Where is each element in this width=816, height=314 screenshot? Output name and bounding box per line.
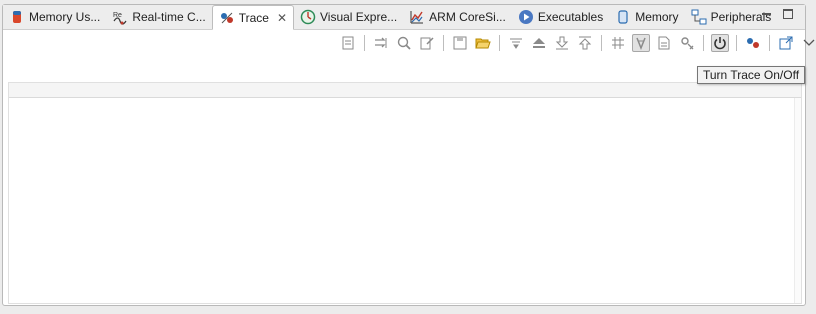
trace-config-icon[interactable]: [744, 34, 762, 52]
trace-view: Memory Us... Re Real-time C... Trace ✕ V…: [2, 4, 815, 306]
trace-table-header: [9, 83, 801, 98]
toolbar-separator: [769, 35, 770, 51]
eject-icon[interactable]: [530, 34, 548, 52]
view-menu-icon[interactable]: [800, 34, 816, 52]
grid-icon[interactable]: [609, 34, 627, 52]
save-icon[interactable]: [451, 34, 469, 52]
tab-memory-usage[interactable]: Memory Us...: [3, 5, 106, 29]
toolbar-separator: [736, 35, 737, 51]
power-icon[interactable]: [711, 34, 729, 52]
tab-arm-coresight[interactable]: ARM CoreSi...: [403, 5, 512, 29]
tab-trace[interactable]: Trace ✕: [211, 5, 294, 30]
tab-label: Real-time C...: [132, 10, 206, 24]
find-icon[interactable]: [395, 34, 413, 52]
tooltip: Turn Trace On/Off: [697, 66, 806, 84]
tab-memory[interactable]: Memory: [609, 5, 684, 29]
trace-toolbar: [339, 33, 816, 53]
memory-usage-icon: [9, 9, 25, 25]
filter-down-icon[interactable]: [507, 34, 525, 52]
toolbar-separator: [703, 35, 704, 51]
tab-label: Memory Us...: [29, 10, 101, 24]
peripherals-icon: [691, 9, 707, 25]
trace-content-area[interactable]: [8, 82, 802, 304]
coresight-icon: [409, 9, 425, 25]
toolbar-separator: [601, 35, 602, 51]
memory-icon: [615, 9, 631, 25]
vertical-scrollbar[interactable]: [794, 98, 801, 303]
executables-icon: [518, 9, 534, 25]
toolbar-separator: [499, 35, 500, 51]
download-icon[interactable]: [553, 34, 571, 52]
settings-icon[interactable]: [678, 34, 696, 52]
minimize-icon[interactable]: [761, 9, 771, 19]
view-window-controls: [761, 9, 793, 19]
new-window-icon[interactable]: [777, 34, 795, 52]
tab-realtime[interactable]: Re Real-time C...: [106, 5, 211, 29]
trace-icon: [219, 10, 235, 26]
step-icon[interactable]: [372, 34, 390, 52]
document-icon[interactable]: [655, 34, 673, 52]
upload-icon[interactable]: [576, 34, 594, 52]
realtime-icon: Re: [112, 9, 128, 25]
view-tab-bar: Memory Us... Re Real-time C... Trace ✕ V…: [3, 5, 805, 30]
toolbar-separator: [443, 35, 444, 51]
close-icon[interactable]: ✕: [277, 11, 287, 25]
edit-icon[interactable]: [418, 34, 436, 52]
probe-icon[interactable]: [632, 34, 650, 52]
toolbar-separator: [364, 35, 365, 51]
tab-label: ARM CoreSi...: [429, 10, 506, 24]
tab-executables[interactable]: Executables: [512, 5, 609, 29]
tab-label: Visual Expre...: [320, 10, 398, 24]
tab-visual-expressions[interactable]: Visual Expre...: [294, 5, 403, 29]
visual-expressions-icon: [300, 9, 316, 25]
tab-label: Trace: [238, 10, 269, 25]
export-icon[interactable]: [339, 34, 357, 52]
tab-label: Memory: [635, 10, 679, 24]
maximize-icon[interactable]: [783, 9, 793, 19]
tab-label: Executables: [537, 10, 604, 24]
open-folder-icon[interactable]: [474, 34, 492, 52]
